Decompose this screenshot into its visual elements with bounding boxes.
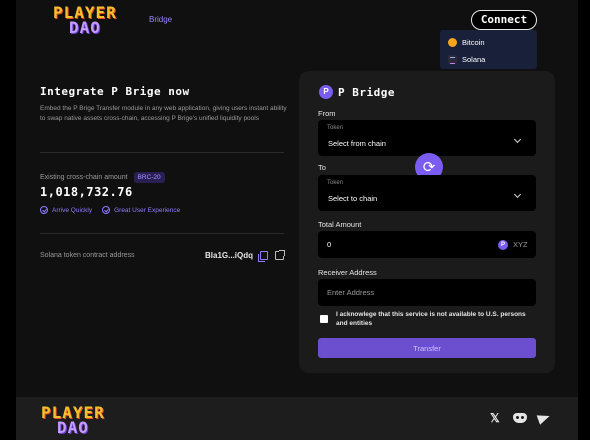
logo-line2: DAO [56, 418, 89, 437]
menu-item-solana[interactable]: Solana [448, 52, 485, 66]
p-bridge-logo-icon: P [319, 85, 333, 99]
feature-user-experience: Great User Experience [102, 206, 180, 214]
solana-icon [448, 54, 457, 64]
x-twitter-icon[interactable]: 𝕏 [490, 411, 500, 425]
to-chain-value: Select to chain [328, 194, 378, 203]
discord-icon[interactable] [513, 413, 527, 423]
total-amount-label: Total Amount [318, 220, 362, 229]
existing-amount-text: Existing cross-chain amount [40, 174, 128, 181]
intro-title: Integrate P Brige now [40, 85, 190, 98]
menu-item-label: Solana [462, 54, 486, 64]
nav-link-bridge[interactable]: Bridge [149, 15, 172, 24]
divider [40, 233, 284, 234]
check-circle-icon [102, 206, 111, 214]
existing-amount-label: Existing cross-chain amount BRC-20 [40, 172, 165, 183]
menu-item-label: Bitcoin [462, 37, 485, 47]
from-label: From [318, 109, 336, 118]
to-token-sublabel: Token [327, 180, 344, 186]
chevron-down-icon [513, 135, 522, 144]
cross-chain-amount: 1,018,732.76 [40, 185, 133, 199]
from-chain-value: Select from chain [328, 139, 386, 148]
to-label: To [318, 163, 326, 172]
connect-dropdown-menu: Bitcoin Solana [440, 30, 537, 69]
receiver-address-field [318, 279, 536, 306]
player-dao-footer-logo[interactable]: PLAYER DAO [41, 405, 105, 437]
copy-icon[interactable] [258, 251, 268, 262]
to-chain-select[interactable]: Token Select to chain [318, 175, 536, 211]
feature-label: Great User Experience [114, 206, 181, 214]
total-amount-field: P XYZ [318, 231, 536, 258]
player-dao-logo[interactable]: PLAYER DAO [53, 5, 117, 37]
transfer-button[interactable]: Transfer [318, 338, 536, 358]
total-amount-input[interactable] [318, 231, 488, 258]
chevron-down-icon [513, 190, 522, 199]
divider [40, 152, 284, 153]
contract-address-value: Bla1G...iQdq [205, 251, 254, 260]
bitcoin-icon [448, 37, 457, 47]
intro-description: Embed the P Brige Transfer module in any… [40, 105, 287, 122]
connect-button[interactable]: Connect [471, 10, 537, 30]
check-circle-icon [40, 206, 48, 214]
bridge-title: P Bridge [338, 86, 395, 99]
feature-arrive-quickly: Arrive Quickly [40, 206, 92, 214]
swap-icon: ⟳ [422, 158, 436, 176]
menu-item-bitcoin[interactable]: Bitcoin [448, 35, 485, 49]
receiver-address-label: Receiver Address [318, 268, 377, 277]
receiver-address-input[interactable] [318, 279, 488, 306]
contract-address-label: Solana token contract address [40, 252, 135, 259]
acknowledge-text: I acknowlege that this service is not av… [336, 311, 526, 327]
external-link-icon[interactable] [275, 250, 285, 260]
from-chain-select[interactable]: Token Select from chain [318, 120, 536, 156]
telegram-icon[interactable] [536, 411, 552, 425]
bridge-card: P P Bridge From Token Select from chain … [299, 71, 555, 373]
from-token-sublabel: Token [327, 125, 344, 131]
feature-list: Arrive Quickly Great User Experience [40, 206, 180, 214]
xyz-token-icon: P [498, 240, 508, 250]
footer: PLAYER DAO 𝕏 [16, 397, 578, 440]
token-symbol: XYZ [513, 240, 528, 249]
logo-line2: DAO [68, 18, 101, 37]
brc20-badge: BRC-20 [133, 172, 165, 183]
feature-label: Arrive Quickly [52, 206, 93, 214]
acknowledge-checkbox[interactable] [320, 315, 328, 323]
